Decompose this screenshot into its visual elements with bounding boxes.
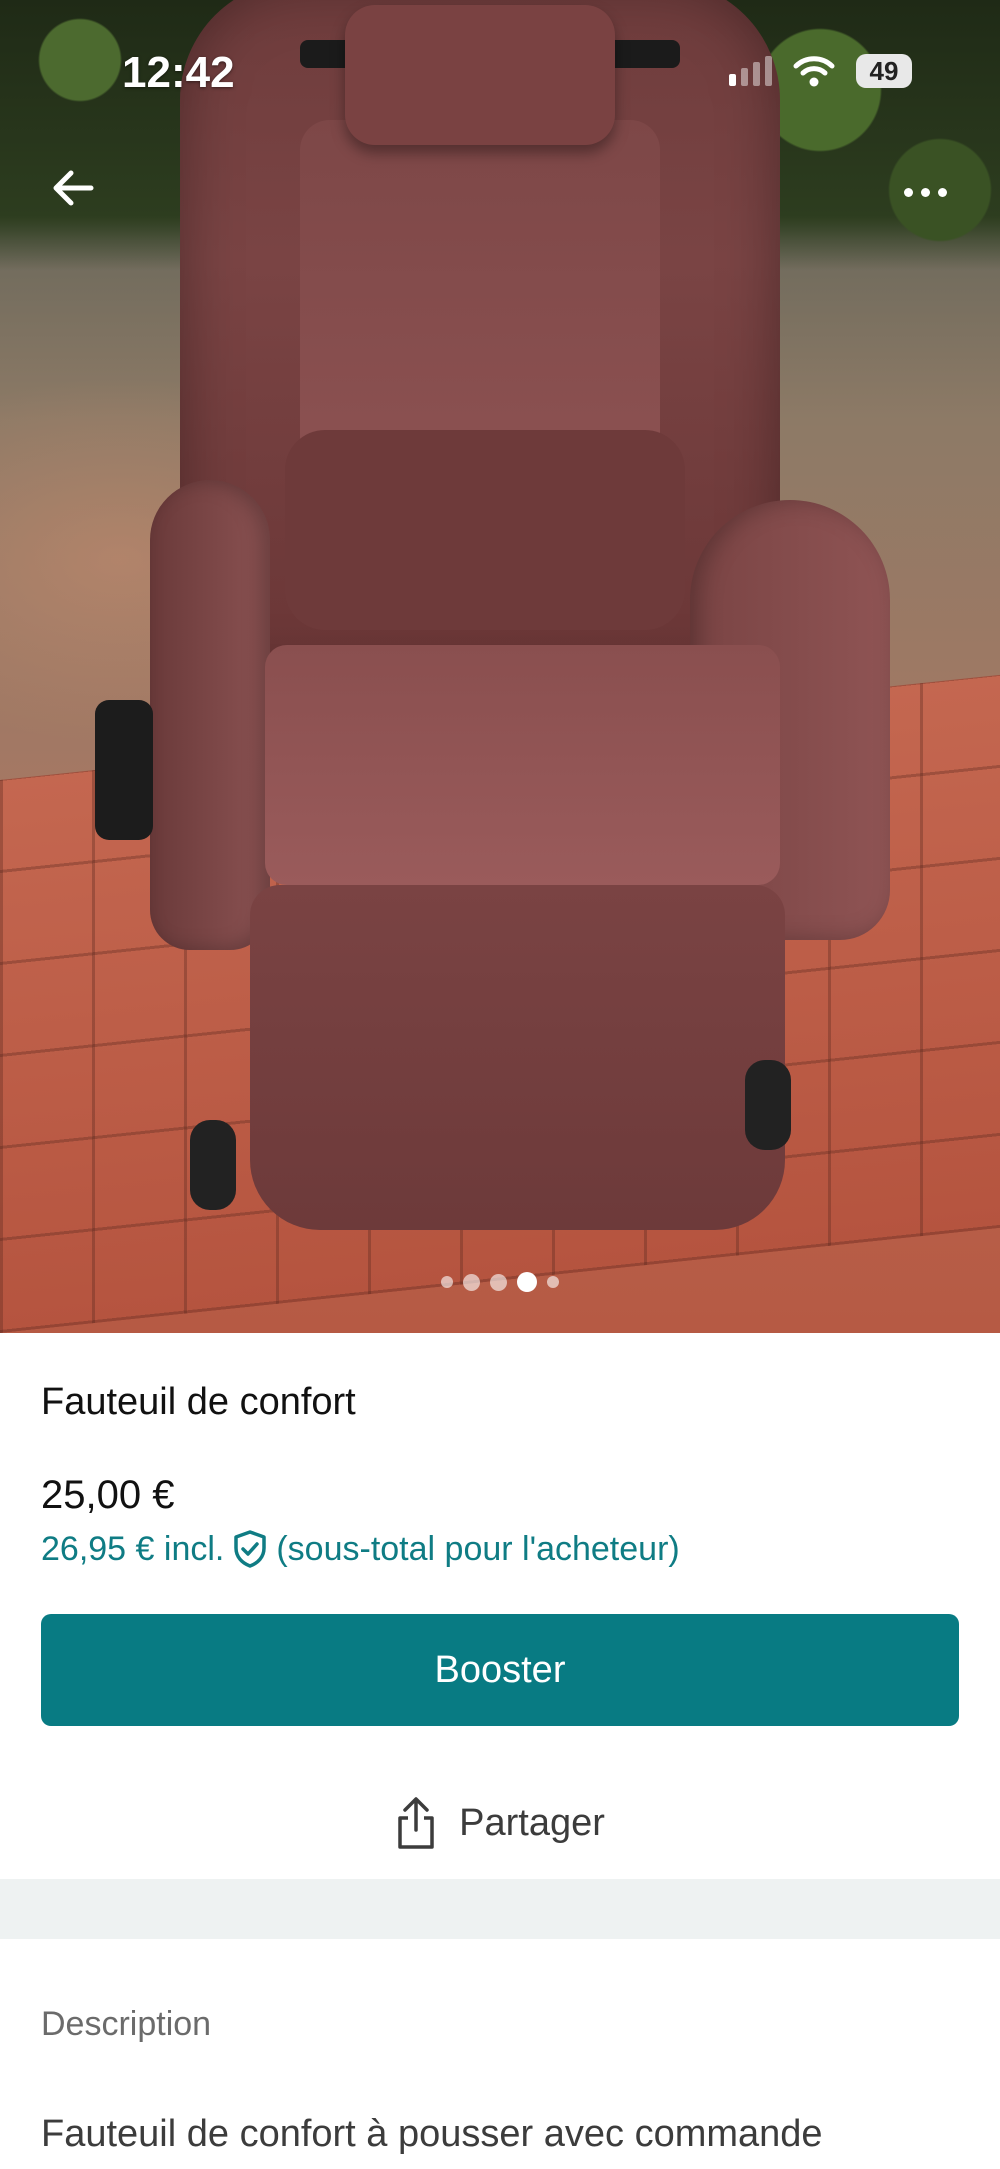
section-divider	[0, 1879, 1000, 1939]
listing-price: 25,00 €	[41, 1473, 175, 1517]
chair-leg-rest	[250, 885, 785, 1230]
chair-lumbar-cushion	[285, 430, 685, 630]
pagination-dot-active[interactable]	[517, 1272, 537, 1292]
buyer-price-note: (sous-total pour l'acheteur)	[276, 1529, 680, 1568]
battery-icon: 49	[856, 54, 912, 88]
chair-left-armrest	[150, 480, 270, 950]
shield-check-icon	[234, 1530, 267, 1568]
chair-headrest	[345, 5, 615, 145]
pagination-dot[interactable]	[441, 1276, 453, 1288]
booster-button[interactable]: Booster	[41, 1614, 959, 1726]
status-icons: 49	[729, 54, 912, 88]
status-time: 12:42	[122, 48, 235, 97]
buyer-price: 26,95 € incl.	[41, 1529, 225, 1568]
buyer-price-info[interactable]: 26,95 € incl. (sous-total pour l'acheteu…	[41, 1529, 680, 1569]
more-options-button[interactable]	[890, 168, 960, 216]
chair-seat	[265, 645, 780, 885]
share-button[interactable]: Partager	[0, 1793, 1000, 1853]
product-photo[interactable]: 12:42 49	[0, 0, 1000, 1333]
more-horizontal-icon	[903, 187, 913, 197]
description-text: Fauteuil de confort à pousser avec comma…	[41, 2113, 823, 2155]
gallery-pagination	[0, 1272, 1000, 1292]
pagination-dot[interactable]	[463, 1273, 480, 1291]
pagination-dot[interactable]	[547, 1276, 559, 1288]
description-heading: Description	[41, 2005, 212, 2043]
arrow-left-icon	[53, 170, 94, 206]
pagination-dot[interactable]	[490, 1273, 507, 1291]
share-icon	[398, 1797, 434, 1849]
wifi-icon	[793, 56, 835, 87]
chair-remote-control	[95, 700, 153, 840]
chair-wheel	[190, 1120, 236, 1210]
share-label: Partager	[459, 1801, 605, 1844]
cellular-signal-icon	[729, 56, 772, 86]
chair-wheel	[745, 1060, 791, 1150]
back-button[interactable]	[45, 160, 101, 216]
listing-title: Fauteuil de confort	[41, 1381, 356, 1423]
